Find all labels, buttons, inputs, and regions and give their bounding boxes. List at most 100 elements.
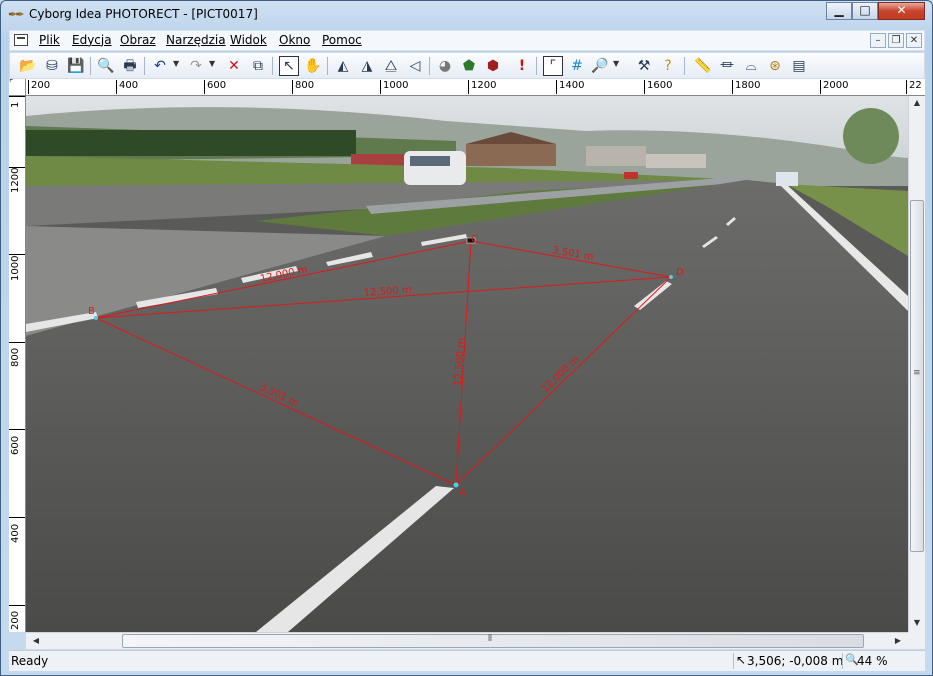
toolbar-separator bbox=[144, 57, 145, 75]
photo-canvas[interactable]: A B C D 12,000 m 3,501 m 12,500 m 12,500… bbox=[26, 96, 908, 632]
toolbar-separator bbox=[536, 57, 537, 75]
save-icon[interactable]: 💾 bbox=[66, 56, 86, 76]
van-window bbox=[410, 156, 450, 166]
menu-widok[interactable]: Widok bbox=[230, 33, 267, 47]
ruler-label: 2000 bbox=[820, 80, 848, 94]
status-zoom: 44 % bbox=[857, 654, 888, 668]
circle-icon[interactable]: ⊛ bbox=[765, 56, 785, 76]
status-divider bbox=[842, 653, 843, 669]
print-icon[interactable]: 🖶 bbox=[120, 56, 140, 76]
horizontal-scroll-thumb[interactable] bbox=[122, 634, 864, 648]
vertical-scrollbar[interactable]: ▲ ≡ ▼ bbox=[908, 96, 925, 632]
building bbox=[466, 144, 556, 166]
flip-right-icon[interactable]: ◮ bbox=[357, 56, 377, 76]
mirror-icon[interactable]: ⧋ bbox=[381, 56, 401, 76]
tree bbox=[843, 108, 899, 164]
frame-select-icon[interactable]: ⌜ bbox=[543, 56, 563, 76]
building bbox=[586, 146, 646, 166]
toolbar-separator bbox=[90, 57, 91, 75]
ruler-label: 200 bbox=[28, 80, 50, 94]
align-icon[interactable]: ◁ bbox=[405, 56, 425, 76]
redo-icon[interactable]: ↷ bbox=[186, 56, 206, 76]
scroll-left-icon[interactable]: ◀ bbox=[28, 636, 44, 645]
horizontal-scrollbar[interactable]: ◀ ⦀ ▶ bbox=[26, 632, 908, 649]
ruler-tick bbox=[9, 605, 25, 606]
arc-icon[interactable]: ⌓ bbox=[741, 56, 761, 76]
mdi-close-button[interactable]: ✕ bbox=[906, 33, 922, 48]
cursor-icon: ↖ bbox=[736, 653, 747, 667]
status-coordinates: 3,506; -0,008 m bbox=[747, 654, 844, 668]
building bbox=[646, 154, 706, 168]
ruler-label: 1000 bbox=[380, 80, 408, 94]
road-photo: A B C D 12,000 m 3,501 m 12,500 m 12,500… bbox=[26, 96, 908, 632]
title-bar[interactable]: ✒✒ Cyborg Idea PHOTORECT - [PICT0017] ▁ … bbox=[1, 1, 932, 29]
point-a-marker[interactable] bbox=[453, 482, 459, 488]
print-preview-icon[interactable]: 🔍 bbox=[96, 56, 116, 76]
ruler-label: 200 bbox=[10, 610, 21, 630]
ruler-tick bbox=[9, 517, 25, 518]
redo-dropdown-icon[interactable]: ▼ bbox=[209, 59, 215, 68]
ruler-label: 1200 bbox=[468, 80, 496, 94]
tools-icon[interactable]: ⚒ bbox=[634, 56, 654, 76]
ruler-tick bbox=[9, 342, 25, 343]
undo-dropdown-icon[interactable]: ▼ bbox=[173, 59, 179, 68]
menu-pomoc[interactable]: Pomoc bbox=[322, 33, 362, 47]
select-arrow-icon[interactable]: ↖ bbox=[279, 56, 299, 76]
ruler-label: 800 bbox=[292, 80, 314, 94]
pie-icon[interactable]: ◕ bbox=[435, 56, 455, 76]
zoom-dropdown-icon[interactable]: ▼ bbox=[613, 59, 619, 68]
scan-icon[interactable]: ⛁ bbox=[42, 56, 62, 76]
maximize-button[interactable]: □ bbox=[852, 2, 878, 20]
hand-pan-icon[interactable]: ✋ bbox=[303, 56, 323, 76]
open-icon[interactable]: 📂 bbox=[18, 56, 38, 76]
ruler-corner[interactable]: ⌜ bbox=[9, 79, 26, 96]
ruler-label: 400 bbox=[116, 80, 138, 94]
ruler-label: 1600 bbox=[644, 80, 672, 94]
point-d-marker[interactable] bbox=[669, 275, 673, 279]
shape-icon[interactable]: ⬟ bbox=[459, 56, 479, 76]
grid-icon[interactable]: # bbox=[567, 56, 587, 76]
properties-icon[interactable]: ⧉ bbox=[248, 56, 268, 76]
mdi-minimize-button[interactable]: – bbox=[870, 33, 886, 48]
scroll-right-icon[interactable]: ▶ bbox=[890, 636, 906, 645]
menu-plik[interactable]: Plik bbox=[39, 33, 60, 47]
scroll-down-icon[interactable]: ▼ bbox=[909, 618, 925, 627]
ruler-label: 400 bbox=[10, 523, 21, 543]
hedge bbox=[26, 130, 356, 156]
scroll-up-icon[interactable]: ▲ bbox=[909, 98, 925, 107]
point-b-label: B bbox=[88, 306, 95, 317]
flip-left-icon[interactable]: ◭ bbox=[333, 56, 353, 76]
undo-icon[interactable]: ↶ bbox=[150, 56, 170, 76]
status-ready: Ready bbox=[11, 654, 49, 668]
document-menu-icon[interactable] bbox=[14, 34, 28, 46]
cyborg-app-icon[interactable]: ✒✒ bbox=[8, 8, 25, 21]
ruler-tick bbox=[9, 429, 25, 430]
shape-delete-icon[interactable]: ⬢ bbox=[483, 56, 503, 76]
toolbar: 📂 ⛁ 💾 🔍 🖶 ↶ ▼ ↷ ▼ ✕ ⧉ ↖ ✋ ◭ ◮ ⧋ ◁ ◕ ⬟ ⬢ … bbox=[9, 52, 925, 79]
minimize-button[interactable]: ▁ bbox=[826, 2, 852, 20]
ruler-label: 1200 bbox=[10, 167, 21, 193]
bus bbox=[776, 172, 798, 186]
ruler-tick bbox=[9, 96, 25, 97]
stairs-icon[interactable]: ▤ bbox=[789, 56, 809, 76]
level-icon[interactable]: ⏛ bbox=[717, 56, 737, 76]
point-d-label: D bbox=[676, 267, 684, 278]
menu-obraz[interactable]: Obraz bbox=[120, 33, 156, 47]
measure-ruler-icon[interactable]: 📏 bbox=[693, 56, 713, 76]
delete-icon[interactable]: ✕ bbox=[224, 56, 244, 76]
menu-bar: Plik Edycja Obraz Narzędzia Widok Okno P… bbox=[9, 30, 925, 51]
point-c-label: C bbox=[471, 234, 478, 245]
zoom-icon[interactable]: 🔎 bbox=[590, 56, 610, 76]
vertical-ruler: 1 1200 1000 800 600 400 200 bbox=[9, 96, 26, 632]
ruler-label: 800 bbox=[10, 347, 21, 367]
ruler-label: 1800 bbox=[732, 80, 760, 94]
warning-icon[interactable]: ! bbox=[512, 56, 532, 76]
close-button[interactable]: ✕ bbox=[878, 2, 925, 20]
menu-edycja[interactable]: Edycja bbox=[72, 33, 112, 47]
help-icon[interactable]: ? bbox=[658, 56, 678, 76]
mdi-restore-button[interactable]: ❐ bbox=[888, 33, 904, 48]
window-title: Cyborg Idea PHOTORECT - [PICT0017] bbox=[29, 7, 258, 21]
application-window: ✒✒ Cyborg Idea PHOTORECT - [PICT0017] ▁ … bbox=[0, 0, 933, 676]
menu-okno[interactable]: Okno bbox=[279, 33, 310, 47]
menu-narzedzia[interactable]: Narzędzia bbox=[166, 33, 226, 47]
